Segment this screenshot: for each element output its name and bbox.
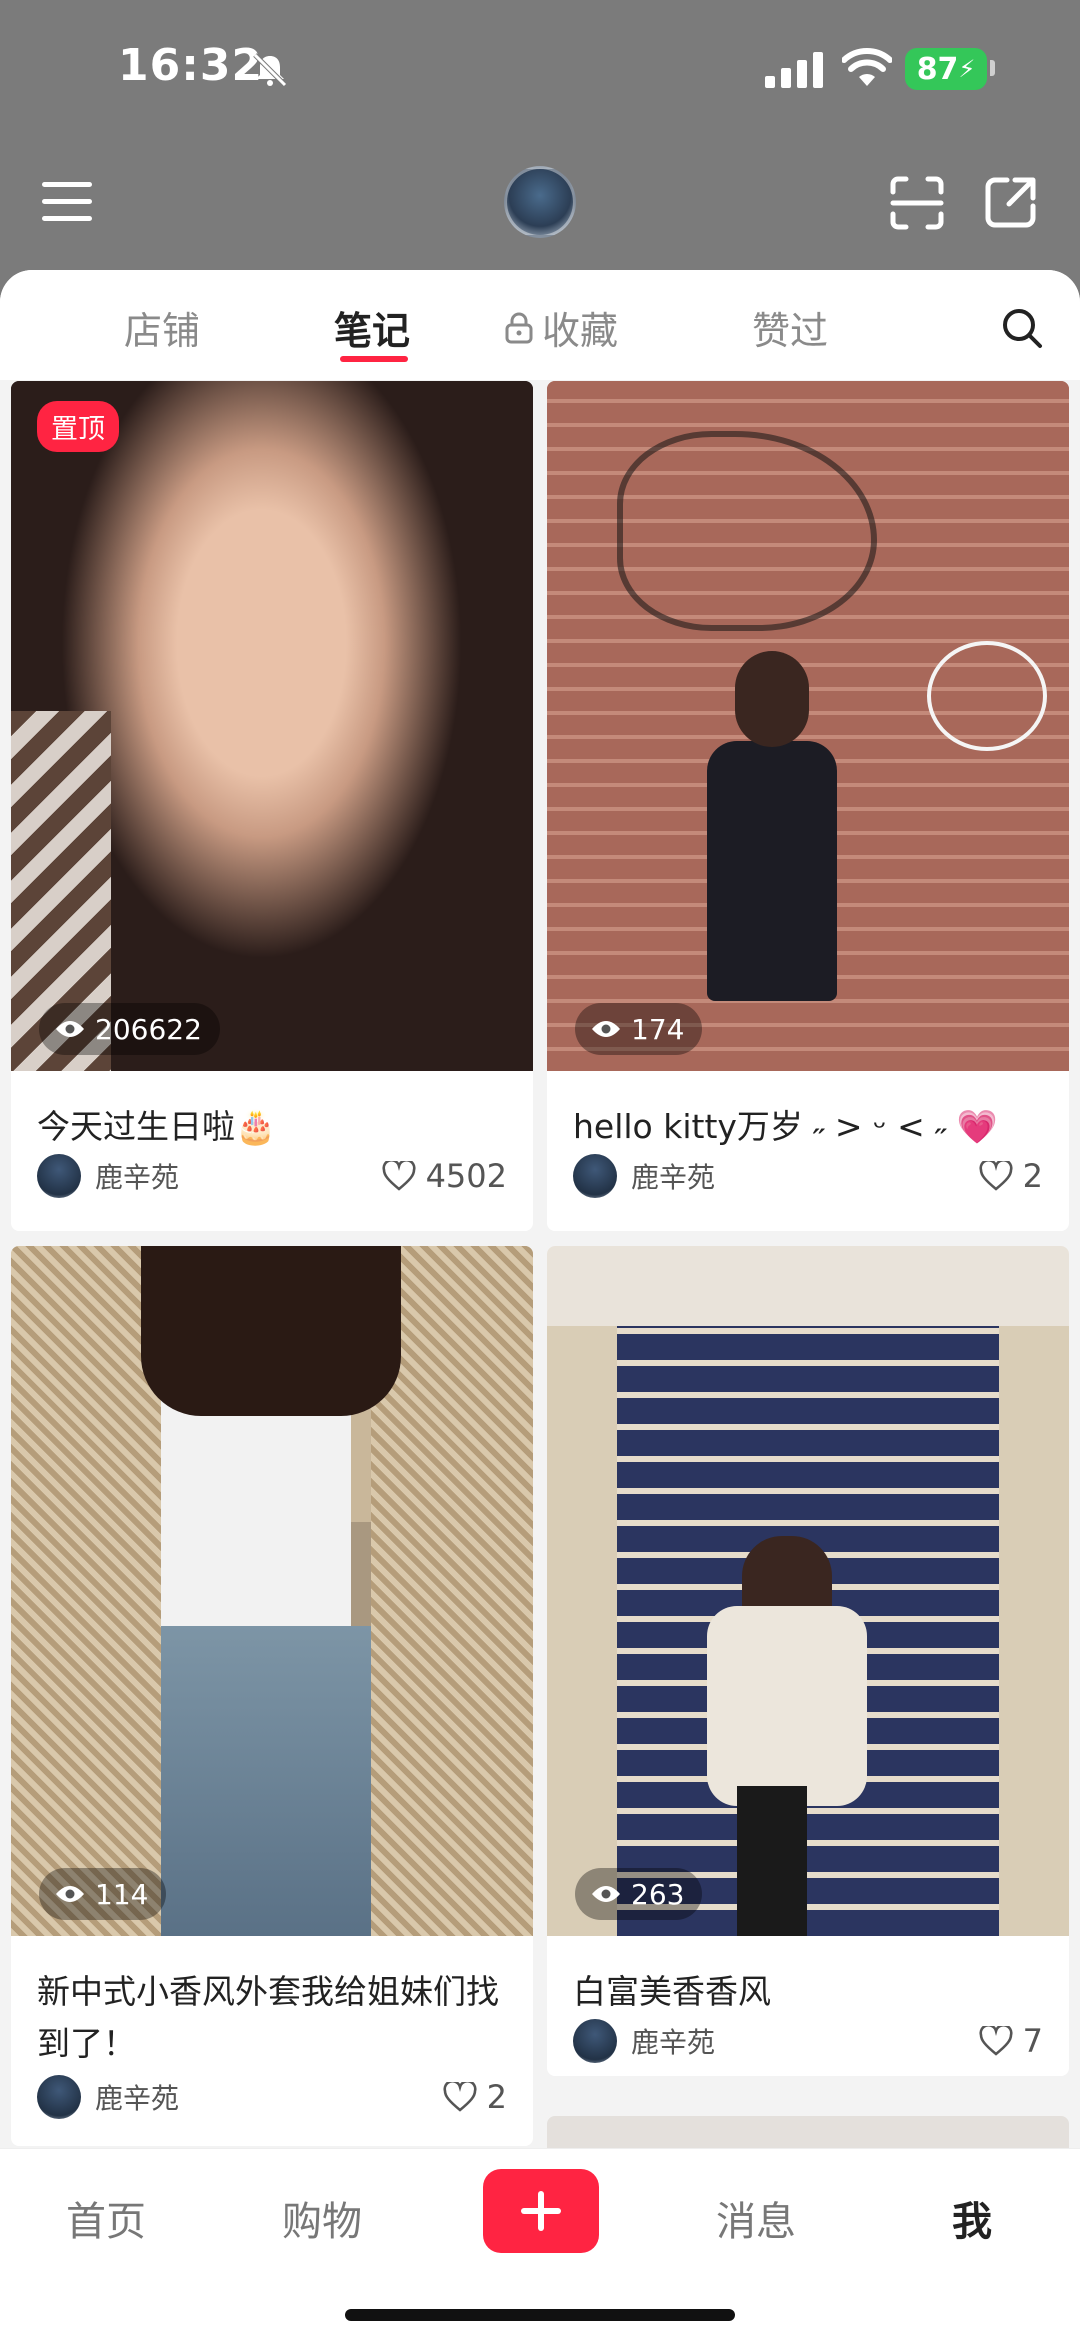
white-coat: [707, 1606, 867, 1806]
author-name: 鹿辛苑: [631, 2026, 716, 2059]
note-title: 白富美香香风: [573, 1972, 771, 2011]
hair: [141, 1246, 401, 1416]
author-avatar: [573, 2019, 617, 2063]
like-count-value: 4502: [425, 1157, 507, 1195]
like-count[interactable]: 7: [979, 2018, 1043, 2064]
note-card[interactable]: 114 新中式小香风外套我给姐妹们找到了！ 鹿辛苑 2: [11, 1246, 533, 2146]
author-name: 鹿辛苑: [631, 1161, 716, 1194]
add-note-button[interactable]: [483, 2169, 599, 2253]
battery-level: 87: [916, 51, 959, 87]
like-count[interactable]: 2: [979, 1153, 1043, 1199]
note-author[interactable]: 鹿辛苑: [37, 1153, 179, 1199]
note-cover-image[interactable]: [11, 1246, 533, 1936]
note-card[interactable]: 174 hello kitty万岁 ˶ > ᵕ < ˶ 💗 鹿辛苑 2: [547, 381, 1069, 1231]
eye-icon: [56, 1886, 84, 1902]
menu-icon[interactable]: [42, 180, 92, 224]
header-avatar[interactable]: [504, 166, 576, 238]
view-count-value: 206622: [95, 1012, 202, 1046]
heart-outline-icon: [382, 1161, 416, 1191]
heart-outline-icon: [979, 2026, 1013, 2056]
eye-icon: [592, 1886, 620, 1902]
balustrade-right: [999, 1326, 1069, 1936]
tab-liked[interactable]: 赞过: [752, 300, 828, 355]
battery-indicator: 87 ⚡: [905, 48, 987, 90]
active-tab-indicator: [340, 356, 408, 362]
note-title: 新中式小香风外套我给姐妹们找到了！: [37, 1972, 499, 2063]
author-name: 鹿辛苑: [95, 2082, 180, 2115]
like-count-value: 7: [1022, 2022, 1043, 2060]
figure-hair: [735, 651, 809, 747]
like-count-value: 2: [486, 2078, 507, 2116]
author-avatar: [573, 1154, 617, 1198]
profile-tabs: 店铺 笔记 收藏 赞过: [0, 270, 1080, 380]
like-count[interactable]: 2: [443, 2074, 507, 2120]
view-count: 206622: [39, 1003, 220, 1055]
lock-icon: [505, 312, 533, 344]
view-count: 114: [39, 1868, 167, 1920]
profile-header: 16:32 87 ⚡: [0, 0, 1080, 290]
heart-outline-icon: [979, 1161, 1013, 1191]
view-count-value: 263: [631, 1877, 685, 1911]
author-name: 鹿辛苑: [95, 1161, 180, 1194]
balustrade-left: [547, 1326, 617, 1936]
nav-me[interactable]: 我: [952, 2189, 992, 2247]
tab-favorites[interactable]: 收藏: [542, 300, 618, 355]
view-count-value: 174: [631, 1012, 685, 1046]
view-count: 174: [575, 1003, 703, 1055]
view-count-value: 114: [95, 1877, 149, 1911]
note-cover-image[interactable]: [547, 1246, 1069, 1936]
bottom-navigation: 首页 购物 消息 我: [0, 2148, 1080, 2341]
nav-messages[interactable]: 消息: [716, 2189, 796, 2247]
tights: [737, 1786, 807, 1936]
notes-sheet: 店铺 笔记 收藏 赞过 置顶 206622 今天过生日啦🎂 鹿辛苑 4502 1…: [0, 270, 1080, 2150]
graffiti: [617, 431, 877, 631]
tab-notes[interactable]: 笔记: [334, 300, 410, 355]
note-title: hello kitty万岁 ˶ > ᵕ < ˶ 💗: [573, 1107, 998, 1146]
graffiti-pig: [927, 641, 1047, 751]
figure-outfit: [707, 741, 837, 1001]
view-count: 263: [575, 1868, 703, 1920]
battery-tip: [990, 60, 995, 76]
nav-shopping[interactable]: 购物: [282, 2189, 362, 2247]
bell-off-icon: [253, 53, 287, 87]
pinned-badge: 置顶: [37, 401, 119, 452]
share-icon[interactable]: [985, 176, 1037, 228]
home-indicator[interactable]: [345, 2309, 735, 2321]
eye-icon: [56, 1021, 84, 1037]
status-time: 16:32: [118, 40, 264, 91]
note-author[interactable]: 鹿辛苑: [573, 2018, 715, 2064]
eye-icon: [592, 1021, 620, 1037]
note-card[interactable]: 263 白富美香香风 鹿辛苑 7: [547, 1246, 1069, 2076]
like-count[interactable]: 4502: [382, 1153, 507, 1199]
cellular-signal-icon: [765, 52, 823, 88]
search-icon[interactable]: [1000, 306, 1044, 350]
note-cover-image[interactable]: [11, 381, 533, 1071]
scan-icon[interactable]: [890, 176, 944, 230]
plus-icon: [521, 2191, 561, 2231]
note-cover-image[interactable]: [547, 381, 1069, 1071]
charging-bolt-icon: ⚡: [958, 55, 976, 83]
tweed-jacket-left: [11, 1246, 161, 1936]
tab-store[interactable]: 店铺: [124, 300, 200, 355]
note-card[interactable]: 置顶 206622 今天过生日啦🎂 鹿辛苑 4502: [11, 381, 533, 1231]
note-author[interactable]: 鹿辛苑: [573, 1153, 715, 1199]
like-count-value: 2: [1022, 1157, 1043, 1195]
note-title: 今天过生日啦🎂: [37, 1107, 277, 1146]
author-avatar: [37, 2075, 81, 2119]
nav-home[interactable]: 首页: [66, 2189, 146, 2247]
wifi-icon: [842, 48, 892, 86]
note-author[interactable]: 鹿辛苑: [37, 2074, 179, 2120]
note-card-partial[interactable]: [547, 2116, 1069, 2150]
author-avatar: [37, 1154, 81, 1198]
heart-outline-icon: [443, 2082, 477, 2112]
